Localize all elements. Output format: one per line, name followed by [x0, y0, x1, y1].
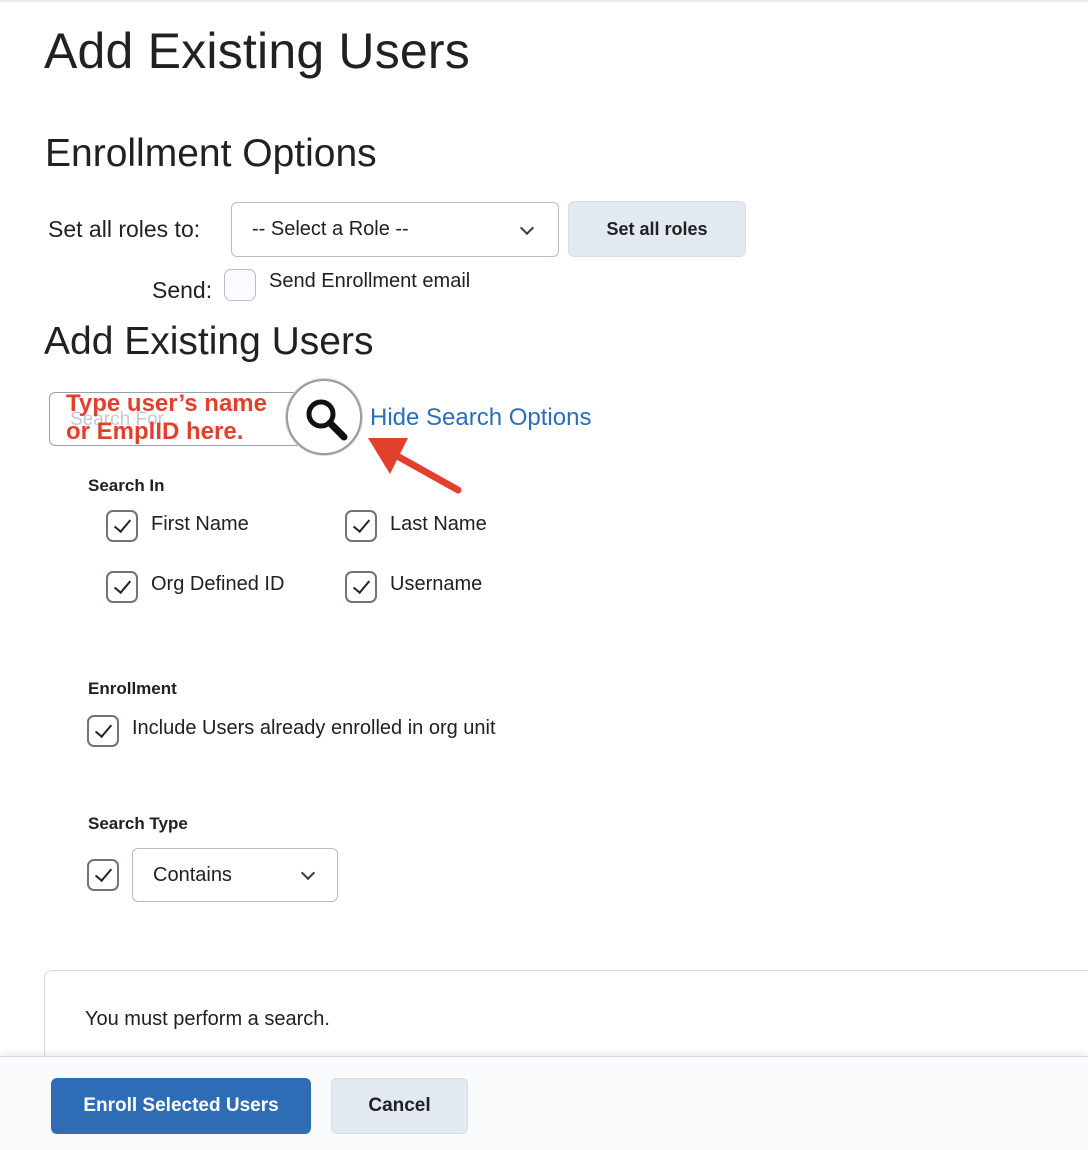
- first-name-label: First Name: [151, 513, 249, 535]
- cancel-button[interactable]: Cancel: [331, 1078, 468, 1134]
- annotation-arrow-icon: [368, 438, 462, 494]
- set-all-roles-button[interactable]: Set all roles: [568, 201, 746, 257]
- last-name-label: Last Name: [390, 513, 487, 535]
- search-icon: [306, 399, 348, 441]
- search-type-value: Contains: [153, 863, 232, 886]
- enrollment-options-heading: Enrollment Options: [45, 132, 377, 175]
- role-select-value: -- Select a Role --: [252, 218, 409, 240]
- username-label: Username: [390, 573, 483, 595]
- last-name-checkbox[interactable]: [345, 510, 377, 542]
- send-label: Send:: [152, 277, 213, 303]
- annotation-line-1: Type user’s name: [66, 390, 267, 417]
- add-existing-users-heading: Add Existing Users: [44, 320, 374, 363]
- search-type-label: Search Type: [88, 814, 188, 833]
- top-divider: [0, 0, 1088, 2]
- chevron-down-icon: [300, 865, 316, 881]
- send-enrollment-email-checkbox[interactable]: [224, 269, 256, 301]
- search-in-label: Search In: [88, 476, 165, 495]
- first-name-checkbox[interactable]: [106, 510, 138, 542]
- enroll-selected-users-button[interactable]: Enroll Selected Users: [51, 1078, 311, 1134]
- chevron-down-icon: [519, 220, 535, 235]
- include-enrolled-label: Include Users already enrolled in org un…: [132, 717, 496, 739]
- org-defined-id-label: Org Defined ID: [151, 573, 285, 595]
- search-annotation: Type user’s name or EmplID here.: [66, 390, 267, 446]
- search-results-message: You must perform a search.: [85, 1008, 330, 1030]
- enrollment-label: Enrollment: [88, 679, 177, 698]
- annotation-line-2: or EmplID here.: [66, 418, 244, 445]
- set-all-roles-label: Set all roles to:: [48, 216, 201, 242]
- search-button[interactable]: [286, 379, 362, 455]
- include-enrolled-checkbox[interactable]: [87, 715, 119, 747]
- send-enrollment-email-label: Send Enrollment email: [269, 270, 471, 292]
- search-type-select[interactable]: Contains: [132, 848, 338, 902]
- org-defined-id-checkbox[interactable]: [106, 571, 138, 603]
- search-type-checkbox[interactable]: [87, 859, 119, 891]
- role-select[interactable]: -- Select a Role --: [231, 202, 559, 257]
- username-checkbox[interactable]: [345, 571, 377, 603]
- page-title: Add Existing Users: [44, 23, 470, 79]
